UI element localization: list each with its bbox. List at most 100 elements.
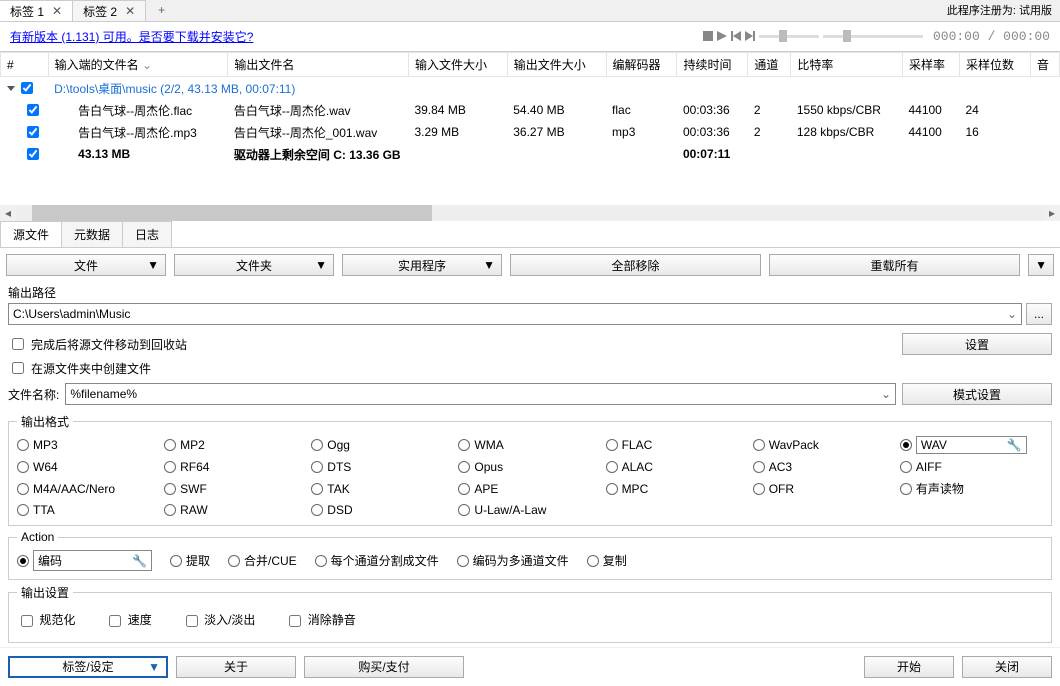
speed-checkbox[interactable]: 速度 [105, 611, 151, 630]
tag-settings-button[interactable]: 标签/设定▼ [8, 656, 168, 678]
buy-button[interactable]: 购买/支付 [304, 656, 464, 678]
format-aiff[interactable]: AIFF [900, 460, 1043, 474]
format-alac[interactable]: ALAC [606, 460, 749, 474]
format-opus[interactable]: Opus [458, 460, 601, 474]
chevron-down-icon: ▼ [147, 258, 159, 272]
format-dsd[interactable]: DSD [311, 503, 454, 517]
col-sample-rate[interactable]: 采样率 [902, 53, 959, 77]
create-in-source-checkbox[interactable] [12, 362, 24, 374]
wrench-icon[interactable]: 🔧 [132, 554, 147, 568]
format-mp3[interactable]: MP3 [17, 436, 160, 454]
format-ofr[interactable]: OFR [753, 480, 896, 497]
remove-all-button[interactable]: 全部移除 [510, 254, 761, 276]
format-flac[interactable]: FLAC [606, 436, 749, 454]
more-dropdown-button[interactable]: ▼ [1028, 254, 1054, 276]
action-copy[interactable]: 复制 [587, 552, 627, 569]
col-codec[interactable]: 编解码器 [606, 53, 677, 77]
recycle-checkbox[interactable] [12, 338, 24, 350]
col-num[interactable]: # [1, 53, 49, 77]
format-ulaw[interactable]: U-Law/A-Law [458, 503, 601, 517]
action-extract[interactable]: 提取 [170, 552, 210, 569]
play-icon[interactable] [717, 30, 727, 44]
tab-1[interactable]: 标签 1 ✕ [0, 0, 73, 21]
cell-channels: 2 [748, 99, 791, 121]
format-wma[interactable]: WMA [458, 436, 601, 454]
subtab-log[interactable]: 日志 [122, 221, 172, 247]
action-split[interactable]: 每个通道分割成文件 [315, 552, 439, 569]
format-w64[interactable]: W64 [17, 460, 160, 474]
format-dts[interactable]: DTS [311, 460, 454, 474]
subtab-source[interactable]: 源文件 [0, 221, 62, 247]
action-merge[interactable]: 合并/CUE [228, 552, 297, 569]
silence-checkbox[interactable]: 消除静音 [285, 611, 355, 630]
table-row[interactable]: 告白气球--周杰伦.flac 告白气球--周杰伦.wav 39.84 MB 54… [1, 99, 1060, 121]
subtab-metadata[interactable]: 元数据 [61, 221, 123, 247]
col-output-size[interactable]: 输出文件大小 [507, 53, 606, 77]
col-input-name[interactable]: 输入端的文件名 ⌄ [48, 53, 228, 77]
group-row[interactable]: D:\tools\桌面\music (2/2, 43.13 MB, 00:07:… [1, 77, 1060, 100]
start-button[interactable]: 开始 [864, 656, 954, 678]
format-ogg[interactable]: Ogg [311, 436, 454, 454]
volume-slider[interactable] [759, 35, 819, 38]
browse-button[interactable]: ... [1026, 303, 1052, 325]
reload-all-button[interactable]: 重载所有 [769, 254, 1020, 276]
file-dropdown-button[interactable]: 文件▼ [6, 254, 166, 276]
format-wav[interactable]: WAV🔧 [900, 436, 1043, 454]
format-mpc[interactable]: MPC [606, 480, 749, 497]
pattern-settings-button[interactable]: 模式设置 [902, 383, 1052, 405]
format-wavpack[interactable]: WavPack [753, 436, 896, 454]
row-checkbox[interactable] [27, 104, 39, 116]
col-output-name[interactable]: 输出文件名 [228, 53, 409, 77]
tab-2[interactable]: 标签 2 ✕ [73, 0, 146, 21]
close-icon[interactable]: ✕ [52, 4, 62, 18]
format-tta[interactable]: TTA [17, 503, 160, 517]
format-raw[interactable]: RAW [164, 503, 307, 517]
scroll-right-icon[interactable]: ▸ [1044, 206, 1060, 220]
group-checkbox[interactable] [21, 82, 33, 94]
close-icon[interactable]: ✕ [125, 4, 135, 18]
format-audiobook[interactable]: 有声读物 [900, 480, 1043, 497]
expand-icon[interactable] [7, 86, 15, 91]
row-checkbox[interactable] [27, 126, 39, 138]
about-button[interactable]: 关于 [176, 656, 296, 678]
fade-checkbox[interactable]: 淡入/淡出 [182, 611, 256, 630]
summary-checkbox[interactable] [27, 148, 39, 160]
action-legend: Action [17, 530, 58, 544]
format-rf64[interactable]: RF64 [164, 460, 307, 474]
col-bitrate[interactable]: 比特率 [791, 53, 903, 77]
folder-dropdown-button[interactable]: 文件夹▼ [174, 254, 334, 276]
col-sample-bits[interactable]: 采样位数 [959, 53, 1030, 77]
horizontal-scrollbar[interactable]: ◂ ▸ [0, 205, 1060, 221]
format-mp2[interactable]: MP2 [164, 436, 307, 454]
format-m4a[interactable]: M4A/AAC/Nero [17, 480, 160, 497]
update-link[interactable]: 有新版本 (1.131) 可用。是否要下载并安装它? [10, 28, 253, 45]
format-ape[interactable]: APE [458, 480, 601, 497]
table-row[interactable]: 告白气球--周杰伦.mp3 告白气球--周杰伦_001.wav 3.29 MB … [1, 121, 1060, 143]
add-tab-button[interactable]: + [146, 0, 177, 21]
col-input-size[interactable]: 输入文件大小 [408, 53, 507, 77]
col-duration[interactable]: 持续时间 [677, 53, 748, 77]
normalize-checkbox[interactable]: 规范化 [17, 611, 75, 630]
settings-button[interactable]: 设置 [902, 333, 1052, 355]
action-encode[interactable]: 编码🔧 [17, 550, 152, 571]
wrench-icon[interactable]: 🔧 [1007, 438, 1022, 452]
utility-dropdown-button[interactable]: 实用程序▼ [342, 254, 502, 276]
format-swf[interactable]: SWF [164, 480, 307, 497]
col-channels[interactable]: 通道 [748, 53, 791, 77]
scroll-left-icon[interactable]: ◂ [0, 206, 16, 220]
format-ac3[interactable]: AC3 [753, 460, 896, 474]
format-tak[interactable]: TAK [311, 480, 454, 497]
stop-icon[interactable] [703, 30, 713, 44]
filename-label: 文件名称: [8, 386, 59, 403]
seek-slider[interactable] [823, 35, 923, 38]
scroll-thumb[interactable] [32, 205, 432, 221]
chevron-down-icon[interactable]: ⌄ [881, 387, 891, 401]
action-multi[interactable]: 编码为多通道文件 [457, 552, 569, 569]
close-button[interactable]: 关闭 [962, 656, 1052, 678]
next-icon[interactable] [745, 30, 755, 44]
prev-icon[interactable] [731, 30, 741, 44]
output-path-input[interactable]: C:\Users\admin\Music⌄ [8, 303, 1022, 325]
col-audio[interactable]: 音 [1030, 53, 1059, 77]
chevron-down-icon[interactable]: ⌄ [1007, 307, 1017, 321]
filename-pattern-input[interactable]: %filename%⌄ [65, 383, 896, 405]
